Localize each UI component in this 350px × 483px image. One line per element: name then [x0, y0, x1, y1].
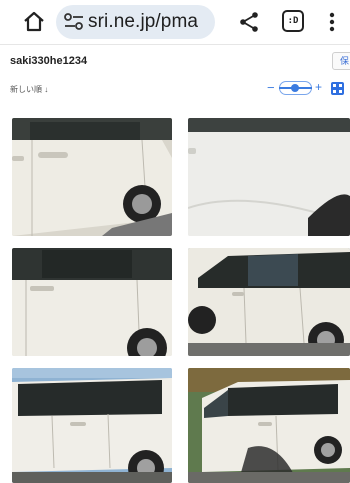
home-icon[interactable]	[22, 10, 46, 34]
photo-thumbnail[interactable]	[188, 118, 350, 236]
tab-switcher-button[interactable]: :D	[282, 10, 304, 32]
zoom-out-button[interactable]: −	[267, 81, 275, 94]
photo-thumbnail[interactable]	[188, 368, 350, 483]
sort-order-dropdown[interactable]: 新しい順 ↓	[10, 84, 48, 95]
grid-view-icon[interactable]	[331, 82, 344, 95]
toolbar-divider	[0, 44, 350, 45]
zoom-slider-handle[interactable]	[291, 84, 299, 92]
album-owner-name: saki330he1234	[10, 55, 88, 67]
share-icon[interactable]	[238, 11, 260, 33]
zoom-in-button[interactable]: +	[315, 81, 322, 94]
address-bar[interactable]: sri.ne.jp/pma	[56, 5, 215, 39]
photo-thumbnail[interactable]	[12, 118, 172, 236]
photo-thumbnail[interactable]	[12, 368, 172, 483]
site-settings-icon[interactable]	[64, 13, 84, 31]
more-menu-icon[interactable]	[322, 10, 342, 34]
photo-thumbnail[interactable]	[188, 248, 350, 356]
url-text[interactable]: sri.ne.jp/pma	[88, 11, 198, 33]
save-button[interactable]: 保	[332, 52, 350, 70]
photo-thumbnail[interactable]	[12, 248, 172, 356]
browser-toolbar: sri.ne.jp/pma :D	[0, 0, 350, 44]
